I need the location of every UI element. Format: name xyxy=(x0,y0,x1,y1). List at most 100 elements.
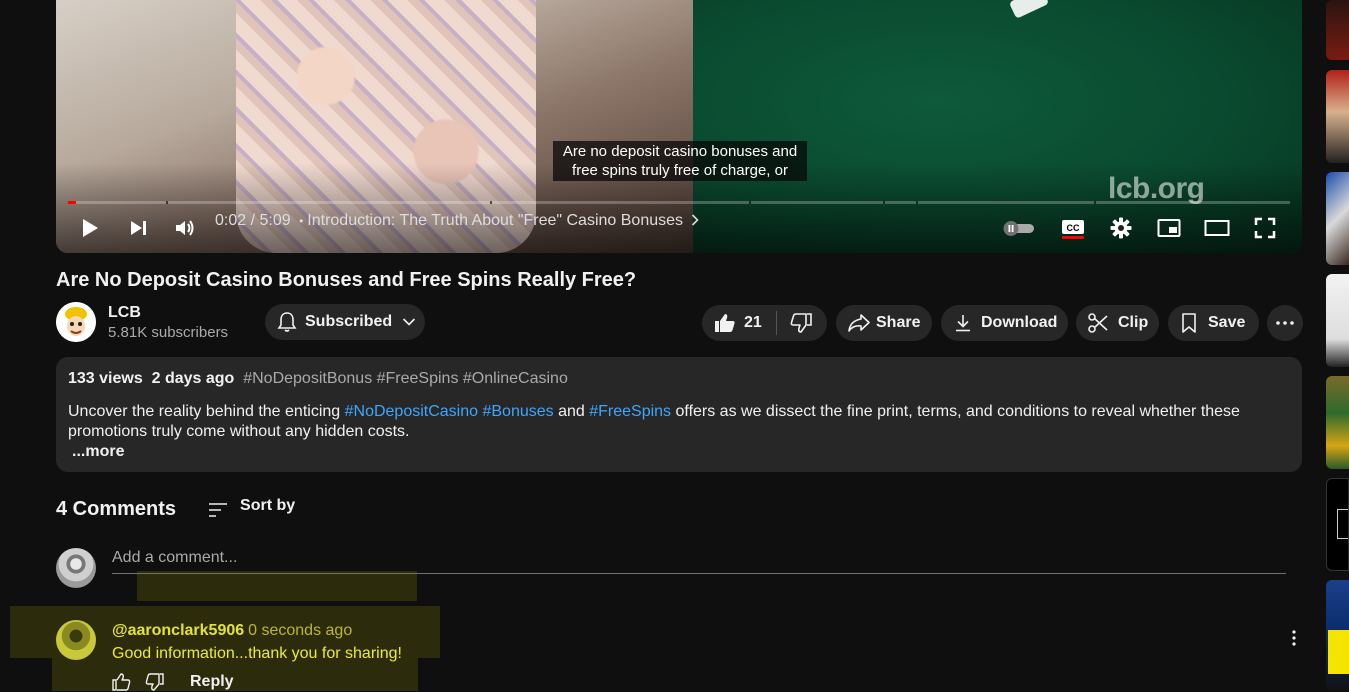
clip-button[interactable]: Clip xyxy=(1076,305,1159,341)
autoplay-toggle-icon xyxy=(1003,221,1034,236)
captions-button[interactable]: CC xyxy=(1058,208,1088,248)
channel-owner: LCB 5.81K subscribers xyxy=(56,300,228,344)
channel-info: LCB 5.81K subscribers xyxy=(108,302,228,342)
comment-thread: @aaronclark5906 0 seconds ago Good inform… xyxy=(56,620,1296,691)
lcb-logo-icon xyxy=(56,302,96,342)
fullscreen-button[interactable] xyxy=(1250,208,1280,248)
upload-age: 2 days ago xyxy=(151,370,235,387)
reply-button[interactable]: Reply xyxy=(190,673,234,691)
bell-icon xyxy=(277,312,297,332)
share-button[interactable]: Share xyxy=(836,305,932,341)
play-icon xyxy=(83,219,98,237)
description-meta: 133 views 2 days ago #NoDepositBonus #Fr… xyxy=(68,369,1290,389)
hashtag-link[interactable]: #Bonuses xyxy=(482,403,553,420)
recommendation-thumbnail[interactable] xyxy=(1326,376,1349,469)
sort-by-label: Sort by xyxy=(240,496,296,514)
chapter-gap xyxy=(916,201,918,204)
bookmark-icon xyxy=(1182,313,1196,333)
video-title: Are No Deposit Casino Bonuses and Free S… xyxy=(56,269,637,291)
chapter-title[interactable]: Introduction: The Truth About "Free" Cas… xyxy=(307,212,683,229)
recommendation-thumbnail[interactable] xyxy=(1326,172,1349,265)
add-comment-input[interactable]: Add a comment... xyxy=(112,548,1286,574)
description-text-part: Uncover the reality behind the enticing xyxy=(68,403,345,420)
user-avatar xyxy=(56,548,96,588)
comment-time[interactable]: 0 seconds ago xyxy=(248,622,352,639)
theater-icon xyxy=(1204,220,1230,236)
add-comment-row: Add a comment... xyxy=(56,548,1286,590)
chapter-gap xyxy=(490,201,492,204)
captions-icon: CC xyxy=(1062,220,1084,239)
volume-icon xyxy=(176,220,194,236)
dislike-button[interactable] xyxy=(777,305,825,341)
recommendation-thumbnail[interactable] xyxy=(1326,478,1349,571)
gear-icon xyxy=(1110,217,1132,239)
recommendation-thumbnail[interactable] xyxy=(1326,70,1349,163)
recommendation-thumbnail[interactable] xyxy=(1326,274,1349,367)
miniplayer-button[interactable] xyxy=(1154,208,1184,248)
description-text-part: and xyxy=(553,403,590,420)
chapter-gap xyxy=(883,201,885,204)
chapter-gap xyxy=(1094,201,1096,204)
more-actions-button[interactable] xyxy=(1267,305,1303,341)
settings-button[interactable] xyxy=(1106,208,1136,248)
save-label: Save xyxy=(1208,314,1246,331)
time-display: 0:02 / 5:09 • Introduction: The Truth Abo… xyxy=(215,211,700,231)
hashtag-link[interactable]: #NoDepositCasino xyxy=(345,403,478,420)
subscribed-label: Subscribed xyxy=(305,313,393,330)
show-more-link[interactable]: ...more xyxy=(72,442,1290,462)
description-tags[interactable]: #NoDepositBonus #FreeSpins #OnlineCasino xyxy=(243,370,568,387)
chevron-right-icon[interactable] xyxy=(691,214,700,226)
chapter-gap xyxy=(749,201,751,204)
view-count: 133 views xyxy=(68,370,143,387)
sort-icon xyxy=(209,502,228,517)
video-player[interactable]: Are no deposit casino bonuses and free s… xyxy=(56,0,1302,253)
save-button[interactable]: Save xyxy=(1168,305,1259,341)
next-button[interactable] xyxy=(122,208,154,248)
comment-dislike-icon[interactable] xyxy=(144,673,164,691)
autoplay-toggle[interactable] xyxy=(1001,208,1037,248)
comments-header: 4 Comments Sort by xyxy=(56,497,295,521)
like-count: 21 xyxy=(744,314,762,331)
more-vertical-icon xyxy=(1292,630,1296,646)
subscribed-button[interactable]: Subscribed xyxy=(265,304,425,340)
download-button[interactable]: Download xyxy=(941,305,1068,341)
theater-button[interactable] xyxy=(1202,208,1232,248)
thumbs-up-icon xyxy=(715,314,735,332)
video-caption: Are no deposit casino bonuses and free s… xyxy=(553,141,807,181)
progress-bar[interactable] xyxy=(68,201,1290,204)
more-horizontal-icon xyxy=(1276,321,1294,325)
share-icon xyxy=(848,314,870,332)
chapter-bullet: • xyxy=(299,214,304,228)
sort-by-button[interactable]: Sort by xyxy=(208,497,295,518)
recommendation-thumbnail[interactable] xyxy=(1326,0,1349,60)
comment-like-icon[interactable] xyxy=(112,673,132,691)
description-text: Uncover the reality behind the enticing … xyxy=(68,402,1290,462)
current-time: 0:02 xyxy=(215,212,247,229)
recommendation-thumbnail[interactable] xyxy=(1326,580,1349,691)
caption-line: Are no deposit casino bonuses and xyxy=(562,143,798,160)
miniplayer-icon xyxy=(1157,219,1181,237)
chevron-down-icon xyxy=(403,318,416,326)
commenter-avatar[interactable] xyxy=(56,620,96,660)
scissors-icon xyxy=(1088,313,1108,333)
thumbnail-yellow-block xyxy=(1328,630,1349,674)
share-label: Share xyxy=(876,314,921,331)
play-button[interactable] xyxy=(74,208,106,248)
like-dislike-group: 21 xyxy=(702,305,827,341)
comment-menu-button[interactable] xyxy=(1292,630,1296,651)
channel-avatar[interactable] xyxy=(56,302,96,342)
hashtag-link[interactable]: #FreeSpins xyxy=(589,403,671,420)
progress-played xyxy=(68,201,76,204)
channel-name[interactable]: LCB xyxy=(108,302,228,324)
download-icon xyxy=(956,315,970,332)
description-box[interactable]: 133 views 2 days ago #NoDepositBonus #Fr… xyxy=(56,357,1302,472)
comment-author[interactable]: @aaronclark5906 xyxy=(112,622,244,639)
chapter-gap xyxy=(166,201,168,204)
thumbnail-frame-shape xyxy=(1337,509,1348,539)
download-label: Download xyxy=(981,314,1058,331)
time-separator: / xyxy=(246,212,260,229)
volume-button[interactable] xyxy=(170,208,200,248)
next-icon xyxy=(131,221,146,235)
comment-header: @aaronclark5906 0 seconds ago xyxy=(112,621,352,641)
like-button[interactable]: 21 xyxy=(702,305,776,341)
